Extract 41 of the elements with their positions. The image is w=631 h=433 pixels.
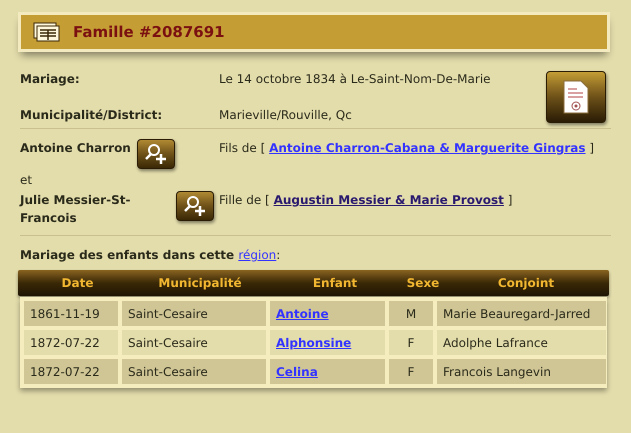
table-cell: Marie Beauregard-Jarred	[437, 301, 606, 326]
search-add-button[interactable]	[176, 191, 214, 221]
column-header: Conjoint	[498, 275, 554, 292]
table-cell: Adolphe Lafrance	[437, 330, 606, 355]
person-name: Julie Messier-St-Francois	[20, 192, 132, 227]
document-icon	[563, 80, 589, 114]
table-cell: F	[389, 330, 433, 355]
table-cell: F	[389, 359, 433, 384]
table-cell: Saint-Cesaire	[122, 330, 266, 355]
column-header: Enfant	[312, 275, 358, 292]
parents-link[interactable]: Augustin Messier & Marie Provost	[274, 193, 504, 207]
table-cell: 1872-07-22	[24, 359, 118, 384]
child-link[interactable]: Alphonsine	[276, 334, 352, 352]
table-cell: 1861-11-19	[24, 301, 118, 326]
child-link[interactable]: Celina	[276, 362, 318, 380]
table-cell: 1872-07-22	[24, 330, 118, 355]
conjunction-text: et	[20, 172, 34, 189]
column-header: Date	[62, 275, 94, 292]
parents-text: Fille de [ Augustin Messier & Marie Provost ]	[219, 192, 514, 209]
table-cell: Saint-Cesaire	[122, 359, 266, 384]
region-link[interactable]: région	[238, 248, 276, 262]
column-header: Sexe	[406, 275, 440, 292]
field-value: Marieville/Rouville, Qc	[219, 107, 352, 124]
parents-text: Fils de [ Antoine Charron-Cabana & Marguerite Gingras ]	[219, 140, 596, 157]
field-label: Mariage:	[20, 71, 81, 88]
document-stack-icon	[33, 22, 61, 42]
children-heading: Mariage des enfants dans cette région:	[20, 247, 282, 264]
parents-link[interactable]: Antoine Charron-Cabana & Marguerite Gingras	[269, 141, 586, 155]
field-label: Municipalité/District:	[20, 107, 164, 124]
field-value: Le 14 octobre 1834 à Le-Saint-Nom-De-Marie	[219, 71, 491, 88]
family-title: Famille #2087691	[73, 22, 225, 43]
table-cell: Saint-Cesaire	[122, 301, 266, 326]
child-link[interactable]: Antoine	[276, 304, 329, 322]
search-add-button[interactable]	[136, 139, 175, 169]
document-button[interactable]	[546, 71, 606, 123]
table-cell: M	[389, 301, 433, 326]
column-header: Municipalité	[158, 275, 242, 292]
table-cell: Francois Langevin	[437, 359, 606, 384]
search-add-icon	[183, 195, 207, 217]
search-add-icon	[144, 143, 168, 165]
person-name: Antoine Charron	[20, 140, 131, 157]
